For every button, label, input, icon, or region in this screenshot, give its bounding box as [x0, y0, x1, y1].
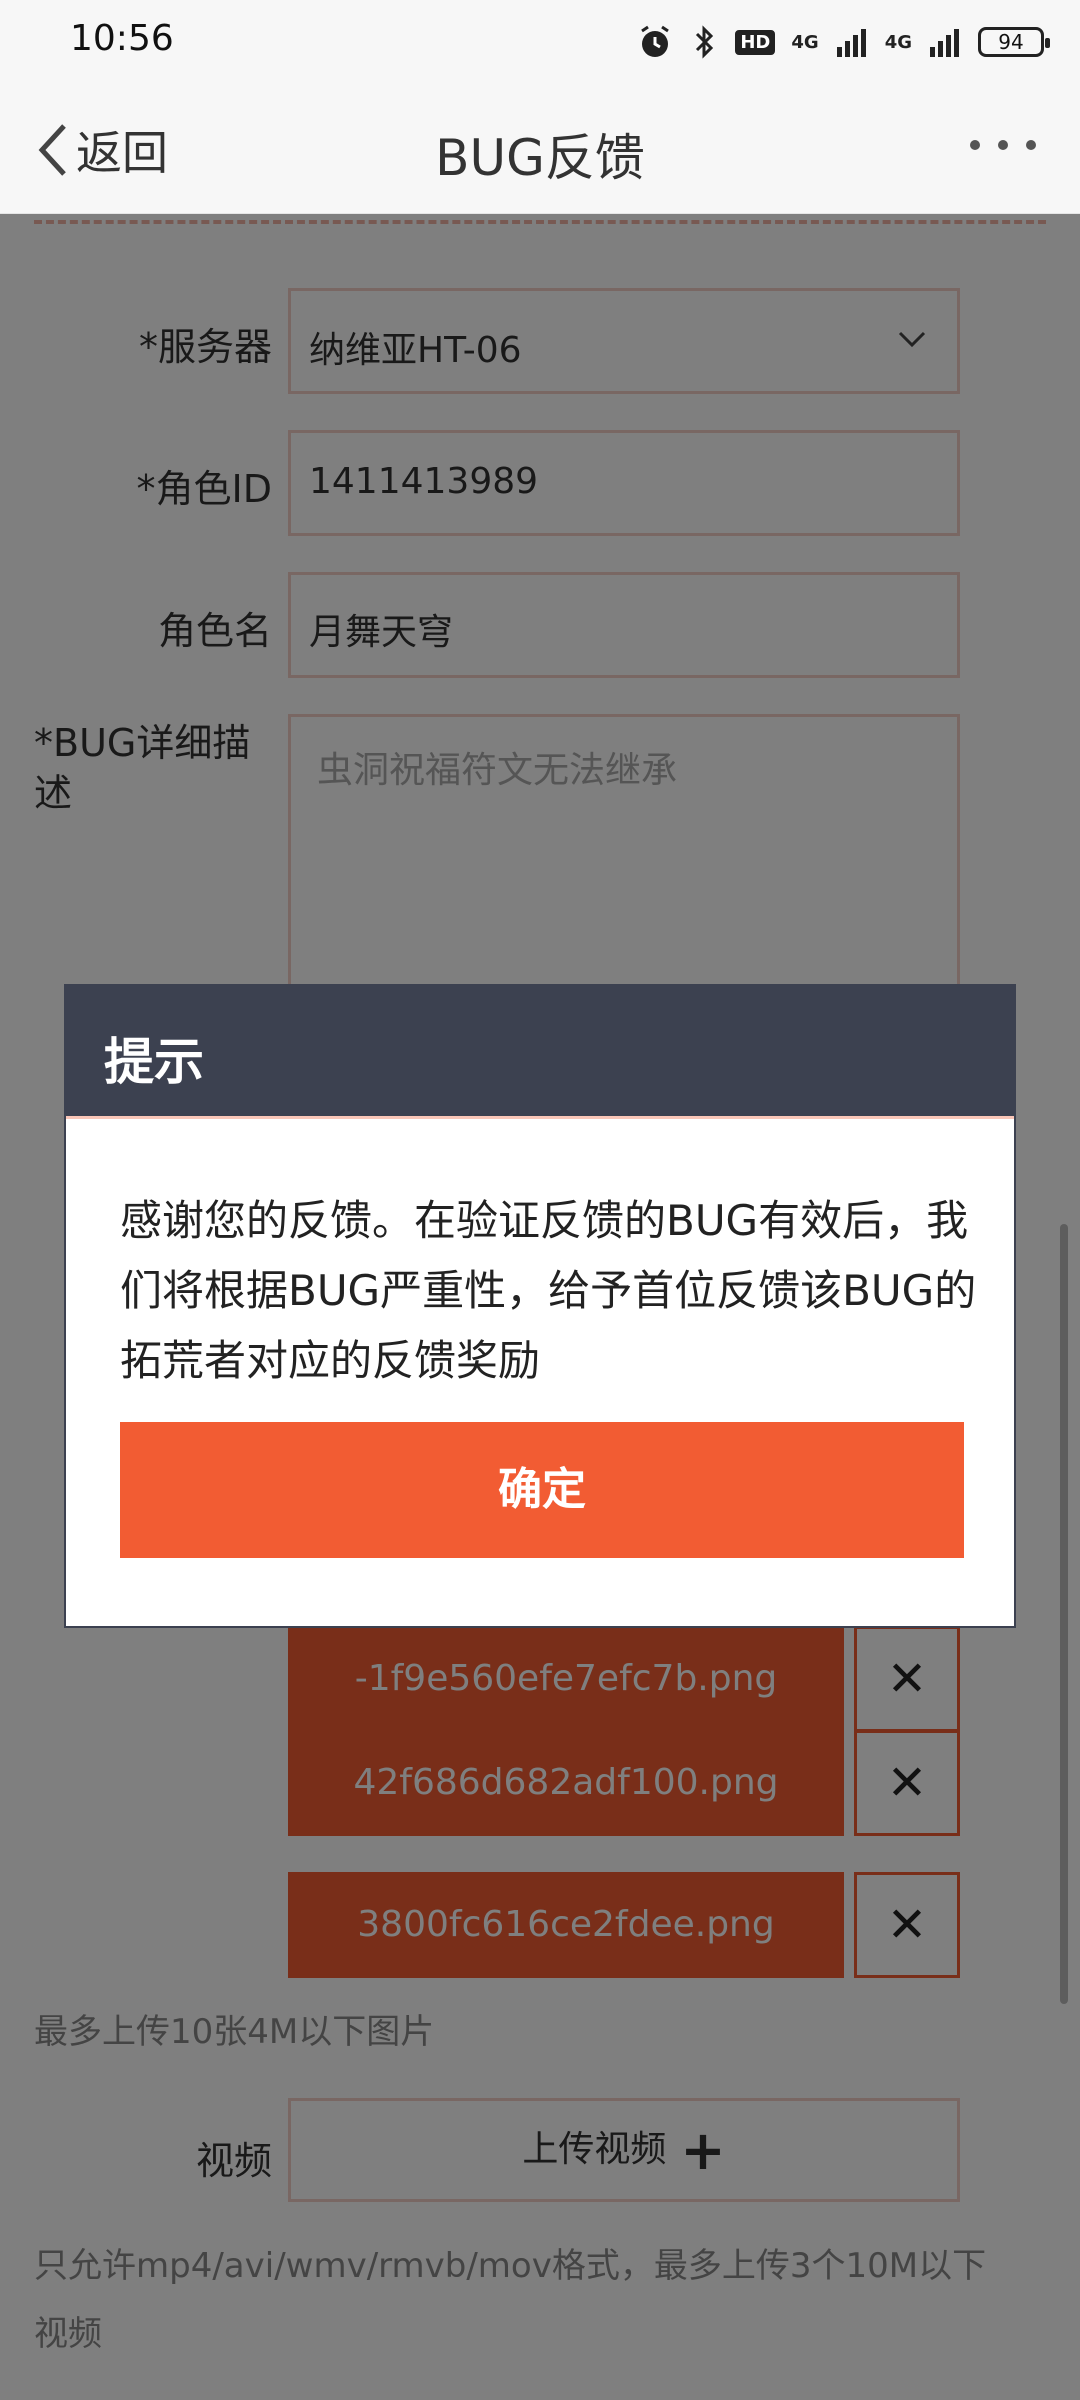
- feedback-dialog: 提示 感谢您的反馈。在验证反馈的BUG有效后，我们将根据BUG严重性，给予首位反…: [64, 984, 1016, 1628]
- dialog-divider: [66, 1116, 1014, 1119]
- bluetooth-icon: [696, 25, 714, 59]
- signal-4g-icon-2: 4G: [884, 31, 912, 53]
- more-dot: [970, 140, 980, 150]
- battery-level: 94: [998, 30, 1024, 54]
- battery-icon: 94: [978, 27, 1050, 57]
- dialog-title: 提示: [104, 1033, 204, 1091]
- dialog-message: 感谢您的反馈。在验证反馈的BUG有效后，我们将根据BUG严重性，给予首位反馈该B…: [120, 1196, 977, 1385]
- signal-bars-icon-2: [930, 29, 959, 57]
- signal-4g-icon: 4G: [791, 31, 819, 53]
- page-title: BUG反馈: [435, 129, 645, 187]
- nav-bar: 返回 BUG反馈: [0, 84, 1080, 214]
- status-bar: 10:56 HD 4G 4G 94: [0, 0, 1080, 84]
- confirm-button[interactable]: 确定: [120, 1422, 964, 1558]
- dialog-header: 提示: [66, 986, 1014, 1116]
- more-dot: [998, 140, 1008, 150]
- more-dot: [1026, 140, 1036, 150]
- hd-voice-icon: HD: [735, 29, 776, 55]
- more-menu-icon[interactable]: [970, 140, 1036, 150]
- status-time: 10:56: [70, 18, 174, 59]
- alarm-icon: [641, 25, 670, 57]
- signal-bars-icon: [836, 29, 866, 57]
- status-icons: HD 4G 4G 94: [637, 20, 1050, 64]
